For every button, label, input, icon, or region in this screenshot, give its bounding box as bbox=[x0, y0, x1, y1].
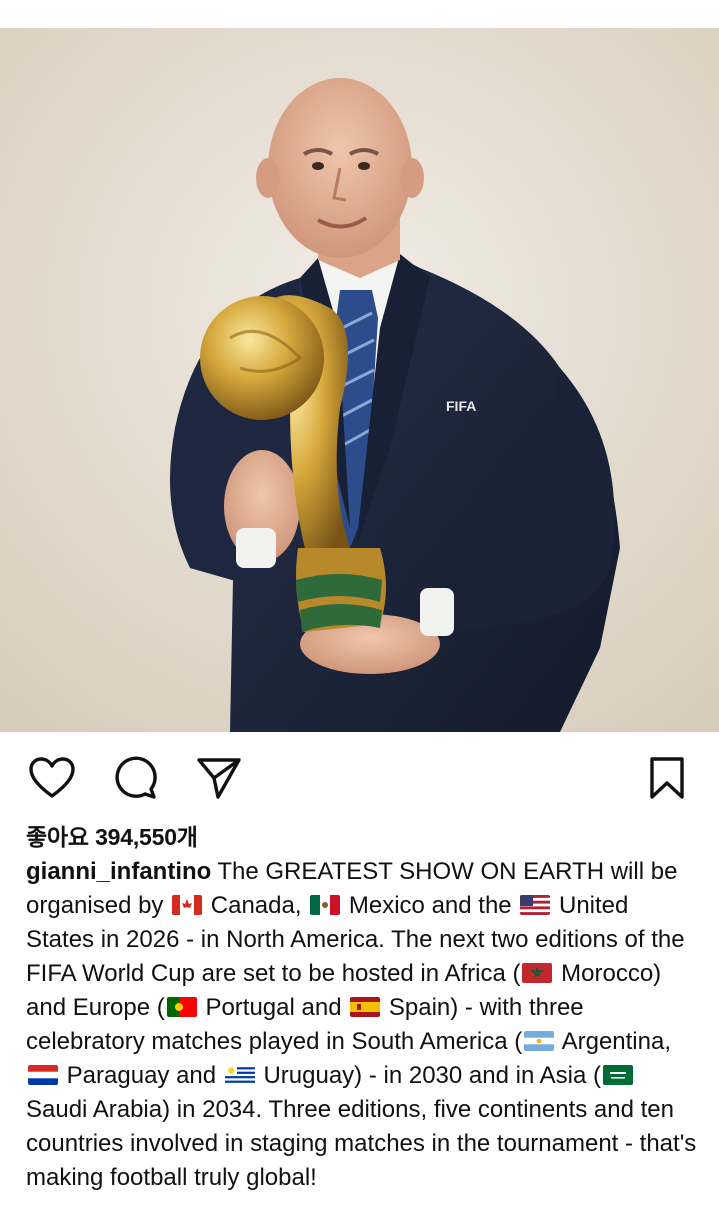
status-bar-area bbox=[0, 0, 719, 28]
post-photo[interactable]: FIFA bbox=[0, 28, 719, 732]
like-count[interactable]: 좋아요 394,550개 bbox=[26, 818, 198, 852]
caption-text-2: Canada, bbox=[210, 892, 302, 919]
uruguay-flag-icon bbox=[224, 1065, 255, 1085]
paper-plane-icon bbox=[197, 758, 241, 799]
photo-illustration: FIFA bbox=[0, 28, 719, 732]
comment-icon bbox=[115, 756, 157, 799]
caption-text-9: Paraguay and bbox=[66, 1062, 217, 1089]
usa-flag-icon bbox=[520, 895, 551, 915]
caption-text-10: Uruguay) - in 2030 and in Asia ( bbox=[263, 1062, 601, 1089]
caption-text-11: Saudi Arabia) in 2034. Three editions, f… bbox=[26, 1096, 697, 1191]
spain-flag-icon bbox=[350, 997, 381, 1017]
mexico-flag-icon bbox=[310, 895, 341, 915]
bookmark-icon bbox=[650, 757, 684, 799]
saudi-arabia-flag-icon bbox=[603, 1065, 633, 1085]
comment-button[interactable] bbox=[111, 754, 159, 802]
caption-text-6: Portugal and bbox=[205, 994, 342, 1021]
heart-icon bbox=[29, 757, 75, 798]
post-action-bar bbox=[0, 748, 719, 804]
argentina-flag-icon bbox=[524, 1031, 555, 1051]
morocco-flag-icon bbox=[522, 963, 553, 983]
caption-text-3: Mexico and the bbox=[348, 892, 512, 919]
paraguay-flag-icon bbox=[28, 1065, 58, 1085]
portugal-flag-icon bbox=[166, 997, 197, 1017]
canada-flag-icon bbox=[172, 895, 203, 915]
post-caption: gianni_infantino The GREATEST SHOW ON EAR… bbox=[26, 855, 698, 1195]
share-button[interactable] bbox=[195, 754, 243, 802]
caption-text-8: Argentina, bbox=[561, 1028, 671, 1055]
fifa-logo-text: FIFA bbox=[446, 398, 476, 414]
save-button[interactable] bbox=[643, 754, 691, 802]
like-button[interactable] bbox=[28, 754, 76, 802]
caption-username[interactable]: gianni_infantino bbox=[26, 858, 211, 885]
